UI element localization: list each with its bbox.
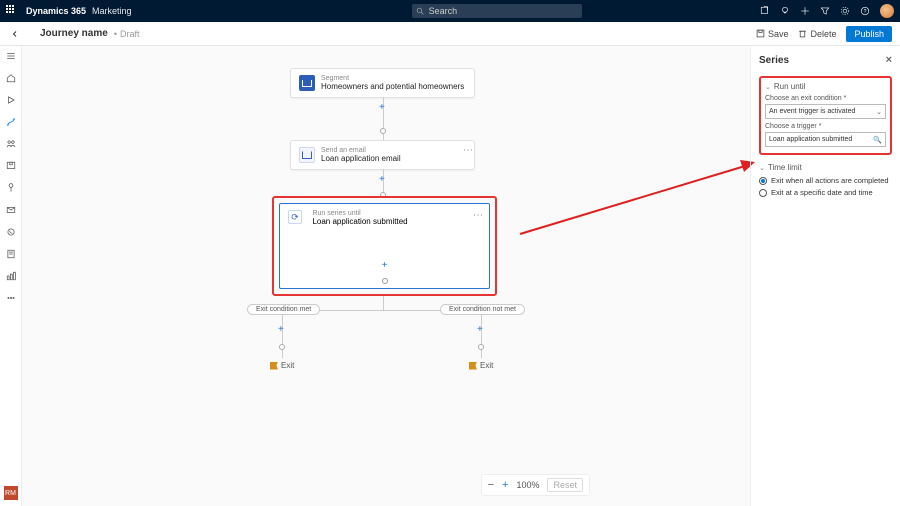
node-segment[interactable]: Segment Homeowners and potential homeown… <box>290 68 475 98</box>
page-title: Journey name <box>40 28 108 39</box>
zoom-out-button[interactable]: − <box>488 479 494 491</box>
left-nav-rail: RM <box>0 46 22 506</box>
search-placeholder: Search <box>429 6 458 16</box>
node-more-icon[interactable]: ⋮ <box>472 210 483 220</box>
rail-item-messages[interactable] <box>5 204 17 216</box>
add-step-button[interactable]: + <box>477 324 483 335</box>
status-badge: Draft <box>114 29 140 39</box>
profile-badge[interactable]: RM <box>4 486 18 500</box>
plus-icon[interactable] <box>800 6 810 16</box>
rail-item-play[interactable] <box>5 94 17 106</box>
connector-dot <box>279 344 285 350</box>
connector-line <box>383 296 384 310</box>
radio-icon <box>759 177 767 185</box>
node-title: Homeowners and potential homeowners <box>321 82 464 91</box>
radio-exit-all-actions[interactable]: Exit when all actions are completed <box>759 176 892 185</box>
area-name: Marketing <box>92 6 132 16</box>
rail-item-phone[interactable] <box>5 226 17 238</box>
branch-label-left: Exit condition met <box>247 304 320 315</box>
node-more-icon[interactable]: ⋮ <box>464 145 470 155</box>
flag-icon <box>270 362 278 370</box>
rail-item-segments[interactable] <box>5 138 17 150</box>
search-icon <box>416 7 425 16</box>
connector-dot <box>380 128 386 134</box>
radio-exit-specific-date[interactable]: Exit at a specific date and time <box>759 188 892 197</box>
rail-item-email[interactable] <box>5 160 17 172</box>
field-label: Choose an exit condition * <box>765 95 886 102</box>
brand-name: Dynamics 365 <box>26 6 86 16</box>
header-actions: ? <box>760 4 894 18</box>
add-step-button[interactable]: + <box>379 174 385 185</box>
exit-condition-select[interactable]: An event trigger is activated ⌄ <box>765 104 886 119</box>
svg-text:?: ? <box>864 9 867 15</box>
node-type-label: Send an email <box>321 147 401 154</box>
node-series-selected[interactable]: Run series until Loan application submit… <box>279 203 490 289</box>
zoom-level: 100% <box>516 480 539 490</box>
node-email[interactable]: Send an email Loan application email ⋮ <box>290 140 475 170</box>
radio-icon <box>759 189 767 197</box>
exit-node[interactable]: Exit <box>270 361 294 370</box>
node-type-label: Segment <box>321 75 464 82</box>
flag-icon <box>469 362 477 370</box>
global-search[interactable]: Search <box>412 4 582 18</box>
back-button[interactable] <box>8 27 22 41</box>
journey-canvas[interactable]: Segment Homeowners and potential homeown… <box>22 46 750 506</box>
save-button[interactable]: Save <box>756 29 789 39</box>
properties-panel: Series × ⌄Run until Choose an exit condi… <box>750 46 900 506</box>
help-icon[interactable]: ? <box>860 6 870 16</box>
share-icon[interactable] <box>760 6 770 16</box>
node-type-label: Run series until <box>312 210 407 217</box>
rail-item-forms[interactable] <box>5 248 17 260</box>
chevron-down-icon: ⌄ <box>765 83 771 91</box>
publish-button[interactable]: Publish <box>846 26 892 42</box>
zoom-in-button[interactable]: + <box>502 479 508 491</box>
gear-icon[interactable] <box>840 6 850 16</box>
section-run-until[interactable]: ⌄Run until <box>765 82 886 91</box>
global-header: Dynamics 365 Marketing Search ? <box>0 0 900 22</box>
user-avatar[interactable] <box>880 4 894 18</box>
lightbulb-icon[interactable] <box>780 6 790 16</box>
highlight-box: ⌄Run until Choose an exit condition * An… <box>759 76 892 155</box>
command-bar: Journey name Draft Save Delete Publish <box>0 22 900 46</box>
node-title: Loan application submitted <box>312 217 407 226</box>
chevron-down-icon: ⌄ <box>876 108 882 116</box>
close-icon[interactable]: × <box>886 54 892 66</box>
field-label: Choose a trigger * <box>765 123 886 130</box>
branch-label-right: Exit condition not met <box>440 304 525 315</box>
add-step-button[interactable]: + <box>379 102 385 113</box>
add-step-button[interactable]: + <box>382 260 388 271</box>
connector-dot <box>478 344 484 350</box>
email-icon <box>299 147 315 163</box>
segment-icon <box>299 75 315 91</box>
rail-item-more[interactable] <box>5 292 17 304</box>
rail-item-journeys[interactable] <box>5 116 17 128</box>
rail-item-events[interactable] <box>5 182 17 194</box>
exit-node[interactable]: Exit <box>469 361 493 370</box>
trigger-lookup[interactable]: Loan application submitted 🔍 <box>765 132 886 147</box>
search-icon: 🔍 <box>873 136 882 144</box>
panel-title: Series <box>759 55 789 66</box>
filter-icon[interactable] <box>820 6 830 16</box>
chevron-down-icon: ⌄ <box>759 164 765 172</box>
node-title: Loan application email <box>321 154 401 163</box>
series-icon <box>288 210 302 224</box>
rail-item-menu[interactable] <box>5 50 17 62</box>
zoom-reset-button[interactable]: Reset <box>547 478 583 492</box>
connector-dot <box>382 278 388 284</box>
delete-button[interactable]: Delete <box>798 29 836 39</box>
highlight-box: Run series until Loan application submit… <box>272 196 497 296</box>
rail-item-home[interactable] <box>5 72 17 84</box>
rail-item-analytics[interactable] <box>5 270 17 282</box>
zoom-controls: − + 100% Reset <box>481 474 590 496</box>
section-time-limit[interactable]: ⌄Time limit <box>759 163 892 172</box>
app-launcher-icon[interactable] <box>6 5 18 17</box>
annotation-arrow <box>500 154 755 244</box>
add-step-button[interactable]: + <box>278 324 284 335</box>
